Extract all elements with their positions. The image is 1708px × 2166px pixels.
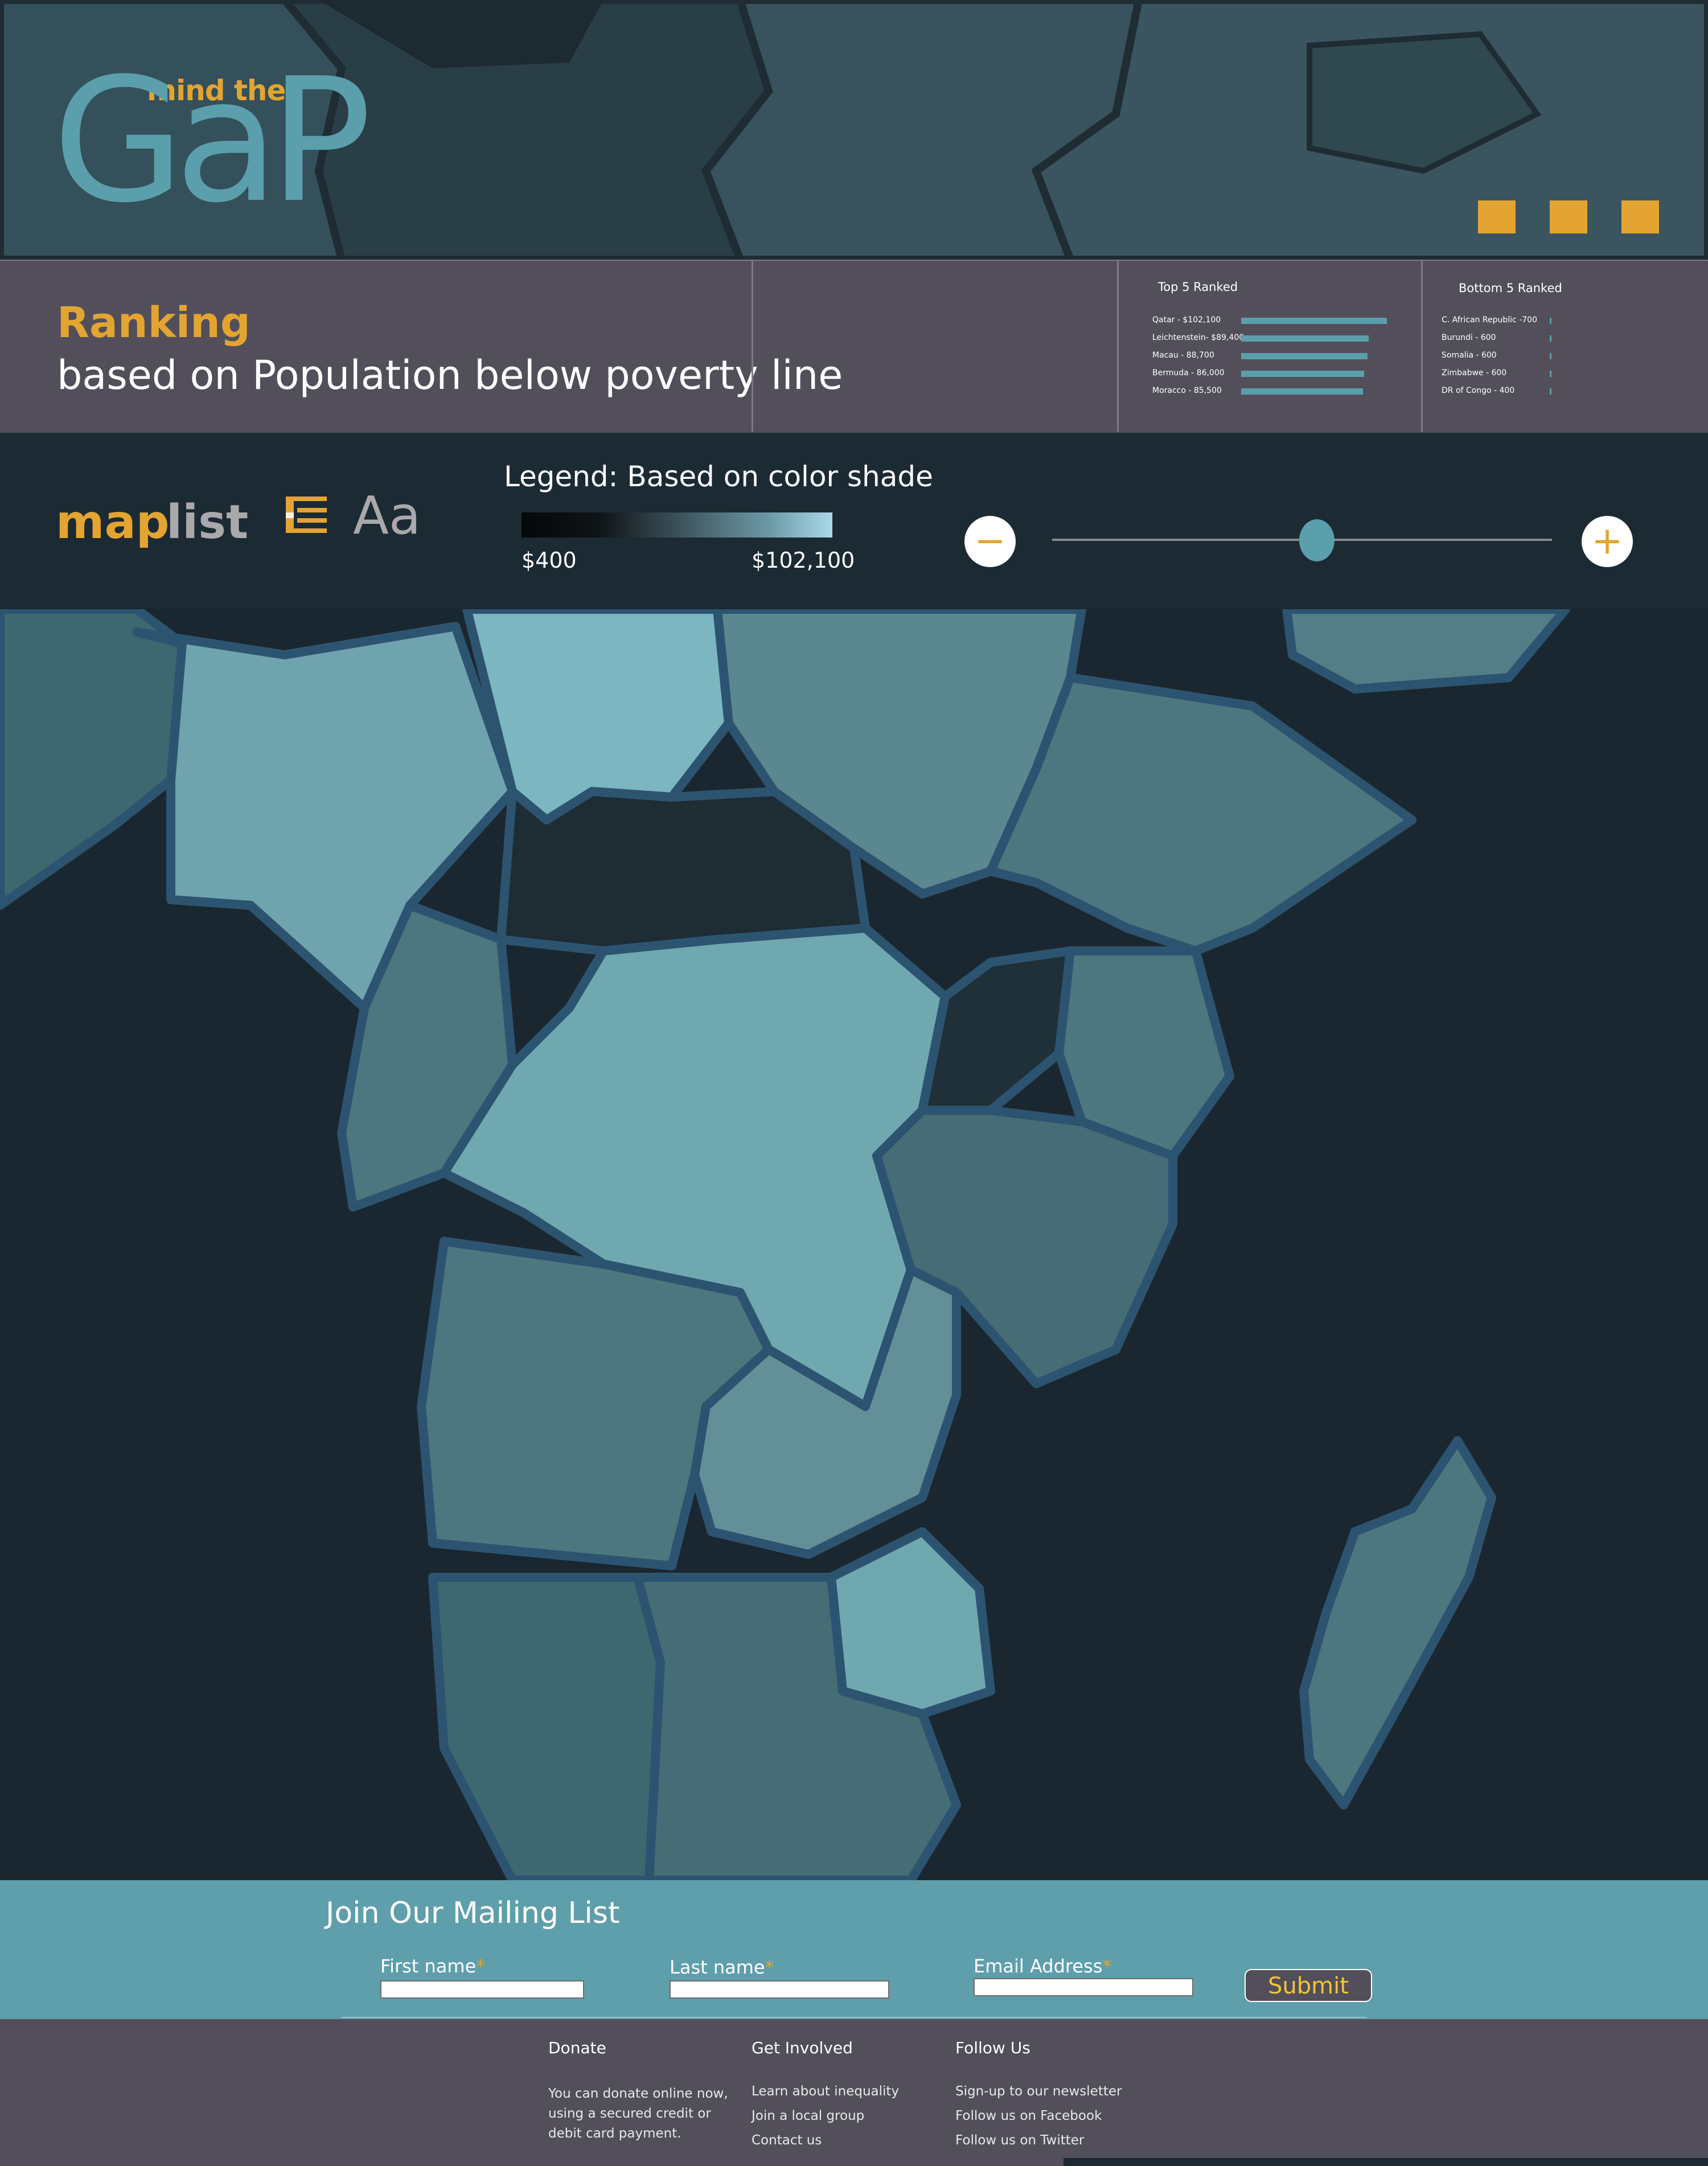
ranking-subtitle: based on Population below poverty line: [57, 352, 843, 399]
legend-title: Legend: Based on color shade: [504, 460, 933, 493]
top5-bar: [1241, 371, 1364, 377]
footer-link-learn[interactable]: Learn about inequality: [752, 2084, 899, 2099]
list-view-icon[interactable]: [286, 494, 327, 535]
top5-bar: [1241, 335, 1369, 342]
footer-bottom-bar: [1064, 2158, 1708, 2166]
bottom5-title: Bottom 5 Ranked: [1459, 281, 1562, 295]
footer-link-facebook[interactable]: Follow us on Facebook: [955, 2108, 1102, 2123]
top5-bar: [1241, 318, 1387, 324]
choropleth-map[interactable]: [0, 609, 1708, 1880]
control-bar: map list Aa Legend: Based on color shade…: [0, 433, 1708, 609]
font-size-icon[interactable]: Aa: [353, 485, 421, 546]
bottom5-row-label: C. African Republic -700: [1442, 315, 1537, 325]
email-label: Email Address*: [974, 1955, 1112, 1977]
top5-bar: [1241, 388, 1363, 395]
footer-link-contact[interactable]: Contact us: [752, 2133, 822, 2148]
tab-map[interactable]: map: [56, 495, 169, 549]
top5-bar: [1241, 353, 1368, 359]
bottom5-bar: [1550, 353, 1551, 359]
bottom5-row-label: DR of Congo - 400: [1442, 386, 1515, 395]
zoom-out-button[interactable]: −: [964, 516, 1016, 567]
legend-gradient-bar: [522, 512, 832, 538]
first-name-label: First name*: [380, 1955, 486, 1977]
bottom5-bar: [1550, 335, 1551, 342]
bottom5-bar: [1550, 371, 1551, 377]
bottom5-bar: [1550, 318, 1551, 324]
top5-row-label: Bermuda - 86,000: [1152, 368, 1225, 378]
bottom5-row-label: Somalia - 600: [1442, 351, 1497, 360]
footer: Donate You can donate online now, using …: [0, 2019, 1708, 2166]
footer-donate-text: You can donate online now, using a secur…: [548, 2086, 728, 2141]
submit-button[interactable]: Submit: [1245, 1969, 1372, 2002]
zoom-in-button[interactable]: +: [1582, 516, 1633, 567]
legend-max-label: $102,100: [752, 548, 855, 573]
mailing-title: Join Our Mailing List: [326, 1896, 620, 1930]
logo-wordmark: GaP: [52, 42, 372, 240]
bottom5-row-label: Burundi - 600: [1442, 333, 1496, 342]
ranking-panel: Ranking based on Population below povert…: [0, 260, 1708, 434]
top5-row-label: Moracco - 85,500: [1152, 386, 1222, 395]
footer-get-involved-heading: Get Involved: [752, 2038, 853, 2057]
bottom5-row-label: Zimbabwe - 600: [1442, 368, 1507, 378]
bottom5-bar: [1550, 388, 1551, 395]
footer-follow-heading: Follow Us: [955, 2038, 1030, 2057]
ranking-divider: [752, 261, 753, 432]
ranking-divider: [1421, 261, 1423, 432]
last-name-input[interactable]: [670, 1980, 889, 1999]
first-name-input[interactable]: [380, 1980, 584, 1999]
footer-link-twitter[interactable]: Follow us on Twitter: [955, 2133, 1084, 2148]
nav-square-1[interactable]: [1478, 200, 1516, 233]
ranking-title: Ranking: [57, 298, 251, 347]
mailing-list-section: Join Our Mailing List First name* Last n…: [0, 1880, 1708, 2019]
footer-link-newsletter[interactable]: Sign-up to our newsletter: [955, 2084, 1122, 2099]
tab-list[interactable]: list: [166, 495, 248, 549]
footer-link-join-group[interactable]: Join a local group: [752, 2108, 864, 2123]
top5-title: Top 5 Ranked: [1158, 280, 1238, 294]
top5-row-label: Qatar - $102,100: [1152, 315, 1221, 325]
nav-square-2[interactable]: [1550, 200, 1587, 233]
top5-row-label: Leichtenstein- $89,400: [1152, 333, 1245, 342]
mailing-divider: [342, 2017, 1366, 2018]
header: mind the GaP: [0, 0, 1708, 260]
ranking-divider: [1117, 261, 1119, 432]
last-name-label: Last name*: [670, 1956, 774, 1978]
africa-map[interactable]: [0, 609, 1708, 1880]
footer-donate-heading: Donate: [548, 2038, 606, 2057]
map-region: [496, 787, 870, 955]
top5-row-label: Macau - 88,700: [1152, 351, 1214, 360]
nav-square-3[interactable]: [1621, 200, 1659, 233]
legend-min-label: $400: [522, 548, 577, 573]
zoom-slider-thumb[interactable]: [1299, 519, 1335, 561]
email-input[interactable]: [974, 1978, 1193, 1996]
